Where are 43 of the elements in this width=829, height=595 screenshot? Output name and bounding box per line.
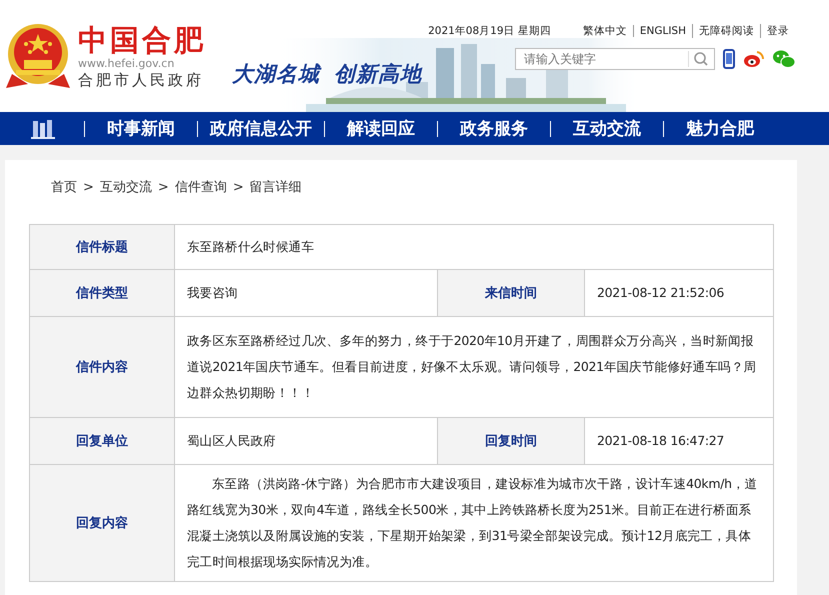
date-text: 2021年08月19日 星期四: [428, 24, 551, 38]
site-subtitle: 合肥市人民政府: [78, 70, 205, 90]
nav-tab[interactable]: 魅力合肥: [663, 120, 776, 136]
top-link[interactable]: ENGLISH: [632, 25, 692, 37]
slogan-text: 创新高地: [334, 61, 422, 88]
nav-tab[interactable]: 政务服务: [437, 120, 550, 136]
field-label: 回复单位: [30, 418, 175, 464]
breadcrumb-link[interactable]: 互动交流: [100, 178, 152, 196]
site-title: 中国合肥: [78, 22, 206, 56]
top-link[interactable]: 登录: [760, 24, 795, 38]
nav-tab[interactable]: 互动交流: [550, 120, 663, 136]
field-value: 2021-08-12 21:52:06: [597, 284, 724, 302]
breadcrumb-link[interactable]: 首页: [51, 178, 77, 196]
field-label: 信件内容: [30, 317, 175, 417]
field-value: 东至路（洪岗路-休宁路）为合肥市市大建设项目，建设标准为城市次干路，设计车速40km/h，道路红线宽为30米，双向4车道，路线全长500米，其中上跨铁路桥长度为251米。目前正在进行桥面系混凝土浇筑以及附属设施的安装，下星期开始架梁，到31号梁全部架设完成。预计12月底完工，具体完工时间根据现场实际情况为准。: [187, 475, 758, 571]
field-label: 回复内容: [30, 465, 175, 581]
field-label: 来信时间: [437, 270, 585, 316]
field-label: 信件标题: [30, 225, 175, 269]
breadcrumb-link[interactable]: 留言详细: [250, 178, 302, 196]
top-link[interactable]: 无障碍阅读: [692, 24, 760, 38]
wechat-icon[interactable]: [773, 50, 795, 68]
nav-tab[interactable]: 解读回应: [324, 120, 437, 136]
breadcrumb-separator: >: [158, 180, 169, 194]
mobile-phone-icon[interactable]: [723, 49, 735, 69]
field-value: 我要咨询: [187, 284, 238, 302]
search-field[interactable]: 请输入关键字: [515, 48, 715, 70]
site-url: www.hefei.gov.cn: [78, 56, 176, 70]
nav-tab[interactable]: 政府信息公开: [197, 120, 324, 136]
field-label: 信件类型: [30, 270, 175, 316]
field-value: 蜀山区人民政府: [187, 432, 276, 450]
field-label: 回复时间: [437, 418, 585, 464]
field-value: 东至路桥什么时候通车: [187, 238, 314, 256]
field-value: 2021-08-18 16:47:27: [597, 432, 724, 450]
breadcrumb-link[interactable]: 信件查询: [174, 178, 227, 196]
breadcrumb-separator: >: [232, 180, 244, 194]
buildings-icon[interactable]: [30, 118, 56, 138]
field-value: 政务区东至路桥经过几次、多年的努力，终于于2020年10月开建了，周围群众万分高兴，当时新闻报道说2021年国庆节通车。但看目前进度，好像不太乐观。请问领导，2021年国庆节能修好通车吗？周边群众热切期盼！！！: [187, 332, 758, 402]
top-link[interactable]: 繁体中文: [576, 24, 633, 38]
breadcrumb-separator: >: [83, 180, 94, 194]
nav-tab[interactable]: 时事新闻: [84, 120, 197, 136]
weibo-icon[interactable]: [743, 50, 765, 68]
slogan-text: 大湖名城: [232, 61, 320, 88]
emblem-logo: [6, 22, 70, 90]
